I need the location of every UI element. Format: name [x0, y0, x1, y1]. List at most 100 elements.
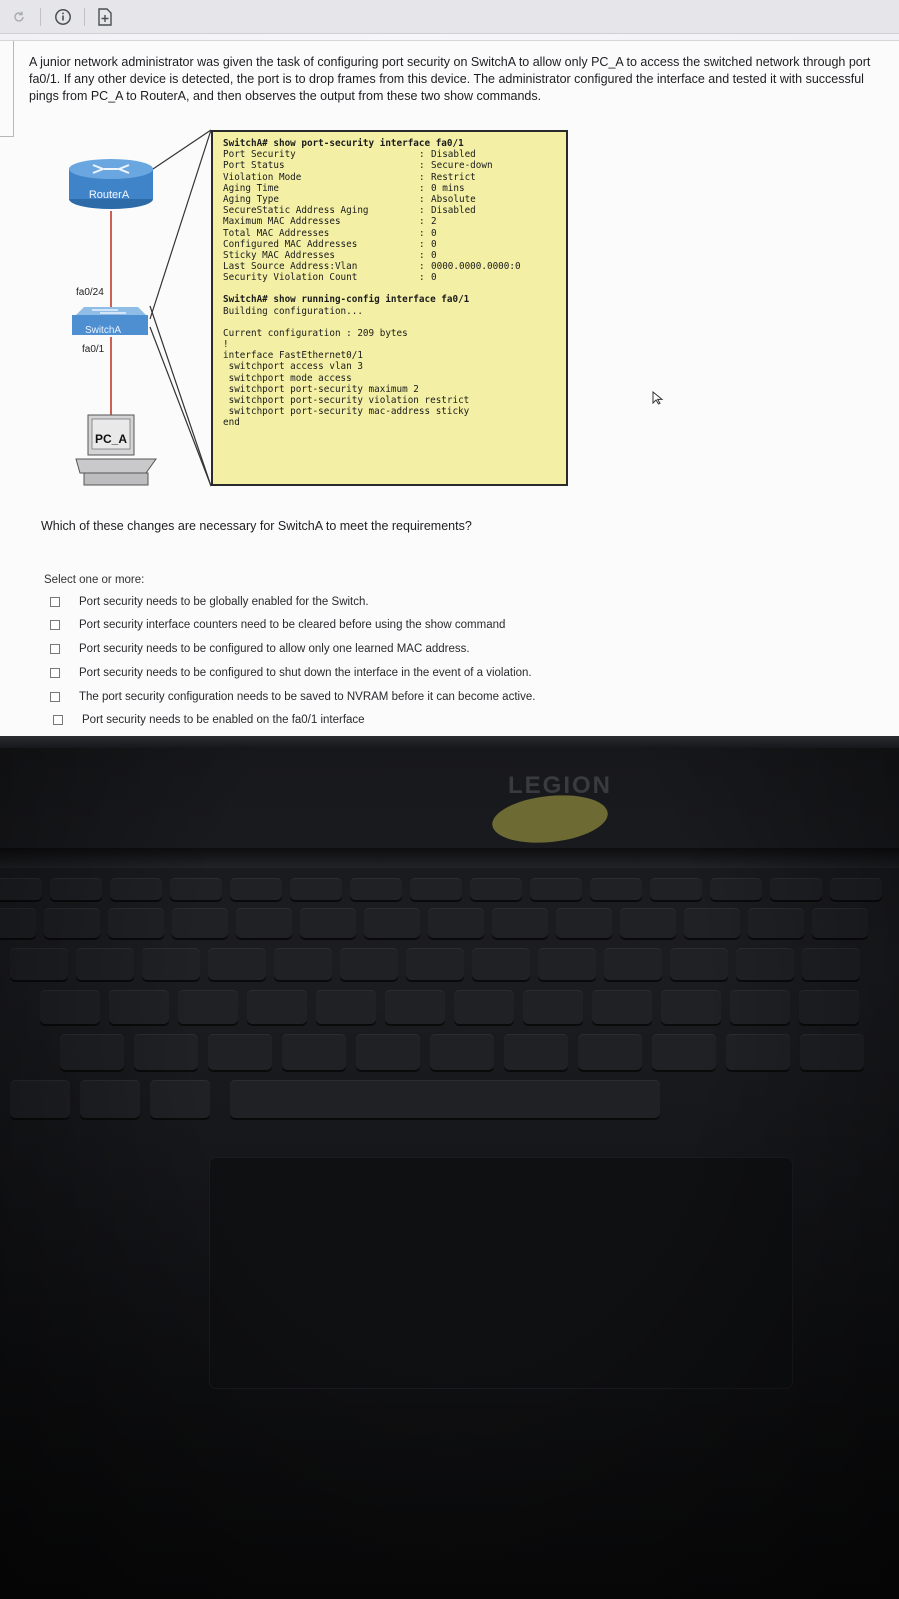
keyboard-key	[652, 1034, 716, 1070]
config-line: switchport mode access	[223, 372, 352, 384]
port-security-key: Total MAC Addresses	[223, 227, 330, 239]
option-label: Port security needs to be configured to …	[79, 643, 470, 655]
add-note-icon[interactable]	[94, 6, 116, 28]
port-security-value: Disabled	[431, 149, 476, 161]
router-label: RouterA	[88, 189, 130, 201]
keyboard-key	[472, 948, 530, 980]
screen-bezel	[0, 736, 899, 748]
port-security-value: 2	[431, 216, 437, 228]
port-security-row: Port Security: Disabled	[223, 149, 558, 160]
pc-icon	[75, 414, 157, 486]
keyboard-key	[0, 908, 36, 938]
keyboard-key	[247, 990, 307, 1024]
pc-label: PC_A	[94, 432, 127, 446]
keyboard-key	[590, 878, 642, 900]
answer-option[interactable]: The port security configuration needs to…	[50, 691, 535, 703]
keyboard-key	[208, 1034, 272, 1070]
option-label: Port security needs to be enabled on the…	[82, 714, 365, 726]
running-config-lines: interface FastEthernet0/1 switchport acc…	[223, 350, 558, 428]
answer-option[interactable]: Port security needs to be enabled on the…	[53, 714, 365, 726]
console-output: SwitchA# show port-security interface fa…	[211, 130, 568, 486]
keyboard-key	[80, 1080, 140, 1118]
keyboard-key	[10, 1080, 70, 1118]
keyboard-key	[428, 908, 484, 938]
keyboard-key	[274, 948, 332, 980]
port-security-value: Restrict	[431, 171, 476, 183]
port-security-key: Violation Mode	[223, 171, 302, 183]
keyboard-key	[50, 878, 102, 900]
keyboard-key	[282, 1034, 346, 1070]
keyboard-key	[340, 948, 398, 980]
console-command-2: SwitchA# show running-config interface f…	[223, 294, 470, 306]
port-security-key: Configured MAC Addresses	[223, 238, 358, 250]
keyboard-key	[290, 878, 342, 900]
spacebar-key	[230, 1080, 660, 1118]
keyboard-key	[504, 1034, 568, 1070]
touchpad[interactable]	[210, 1158, 792, 1388]
answer-option[interactable]: Port security needs to be configured to …	[50, 667, 532, 679]
option-label: Port security needs to be globally enabl…	[79, 596, 369, 608]
keyboard-key	[430, 1034, 494, 1070]
keyboard-key	[350, 878, 402, 900]
keyboard-key	[710, 878, 762, 900]
question-prompt: Which of these changes are necessary for…	[41, 519, 472, 533]
port-security-value: 0 mins	[431, 182, 465, 194]
answer-option[interactable]: Port security interface counters need to…	[50, 619, 505, 631]
keyboard-key	[0, 878, 42, 900]
port-security-row: Configured MAC Addresses:0	[223, 239, 558, 250]
port-security-row: SecureStatic Address Aging: Disabled	[223, 205, 558, 216]
config-line: switchport access vlan 3	[223, 361, 363, 373]
port-security-value: 0	[431, 238, 437, 250]
port-security-key: Maximum MAC Addresses	[223, 216, 341, 228]
keyboard-key	[300, 908, 356, 938]
port-security-key: SecureStatic Address Aging	[223, 205, 369, 217]
keyboard-key	[385, 990, 445, 1024]
keyboard-key	[736, 948, 794, 980]
option-checkbox[interactable]	[50, 620, 60, 630]
separator: :	[419, 171, 425, 183]
separator: :	[419, 205, 425, 217]
separator: :	[419, 261, 425, 273]
keyboard-key	[812, 908, 868, 938]
separator: :	[419, 193, 425, 205]
router-port-label: fa0/24	[76, 287, 104, 298]
keyboard-key	[492, 908, 548, 938]
separator: :	[419, 216, 425, 228]
option-checkbox[interactable]	[50, 644, 60, 654]
config-line: end	[223, 417, 240, 429]
switch-port-label: fa0/1	[82, 344, 105, 355]
keyboard-key	[40, 990, 100, 1024]
option-checkbox[interactable]	[50, 692, 60, 702]
port-security-row: Last Source Address:Vlan:0000.0000.0000:…	[223, 261, 558, 272]
separator: :	[419, 182, 425, 194]
browser-toolbar	[0, 0, 899, 34]
keyboard-key	[650, 878, 702, 900]
port-security-key: Last Source Address:Vlan	[223, 261, 358, 273]
laptop-hinge	[0, 848, 899, 868]
info-icon[interactable]	[52, 6, 74, 28]
keyboard-key	[670, 948, 728, 980]
option-checkbox[interactable]	[53, 715, 63, 725]
port-security-row: Sticky MAC Addresses:0	[223, 250, 558, 261]
keyboard-key	[748, 908, 804, 938]
keyboard-key	[110, 878, 162, 900]
port-security-value: 0	[431, 272, 437, 284]
keyboard-key	[208, 948, 266, 980]
answer-option[interactable]: Port security needs to be globally enabl…	[50, 596, 369, 608]
option-label: Port security needs to be configured to …	[79, 667, 532, 679]
keyboard-key	[592, 990, 652, 1024]
keyboard-key	[684, 908, 740, 938]
keyboard-key	[578, 1034, 642, 1070]
keyboard-key	[661, 990, 721, 1024]
config-line: switchport port-security maximum 2	[223, 383, 419, 395]
option-checkbox[interactable]	[50, 597, 60, 607]
port-security-key: Aging Time	[223, 182, 279, 194]
option-checkbox[interactable]	[50, 668, 60, 678]
keyboard-key	[150, 1080, 210, 1118]
laptop-logo: LEGION	[508, 772, 613, 799]
answer-option[interactable]: Port security needs to be configured to …	[50, 643, 470, 655]
refresh-icon[interactable]	[8, 6, 30, 28]
mouse-cursor-icon	[652, 391, 664, 405]
port-security-row: Port Status: Secure-down	[223, 160, 558, 171]
keyboard-key	[620, 908, 676, 938]
